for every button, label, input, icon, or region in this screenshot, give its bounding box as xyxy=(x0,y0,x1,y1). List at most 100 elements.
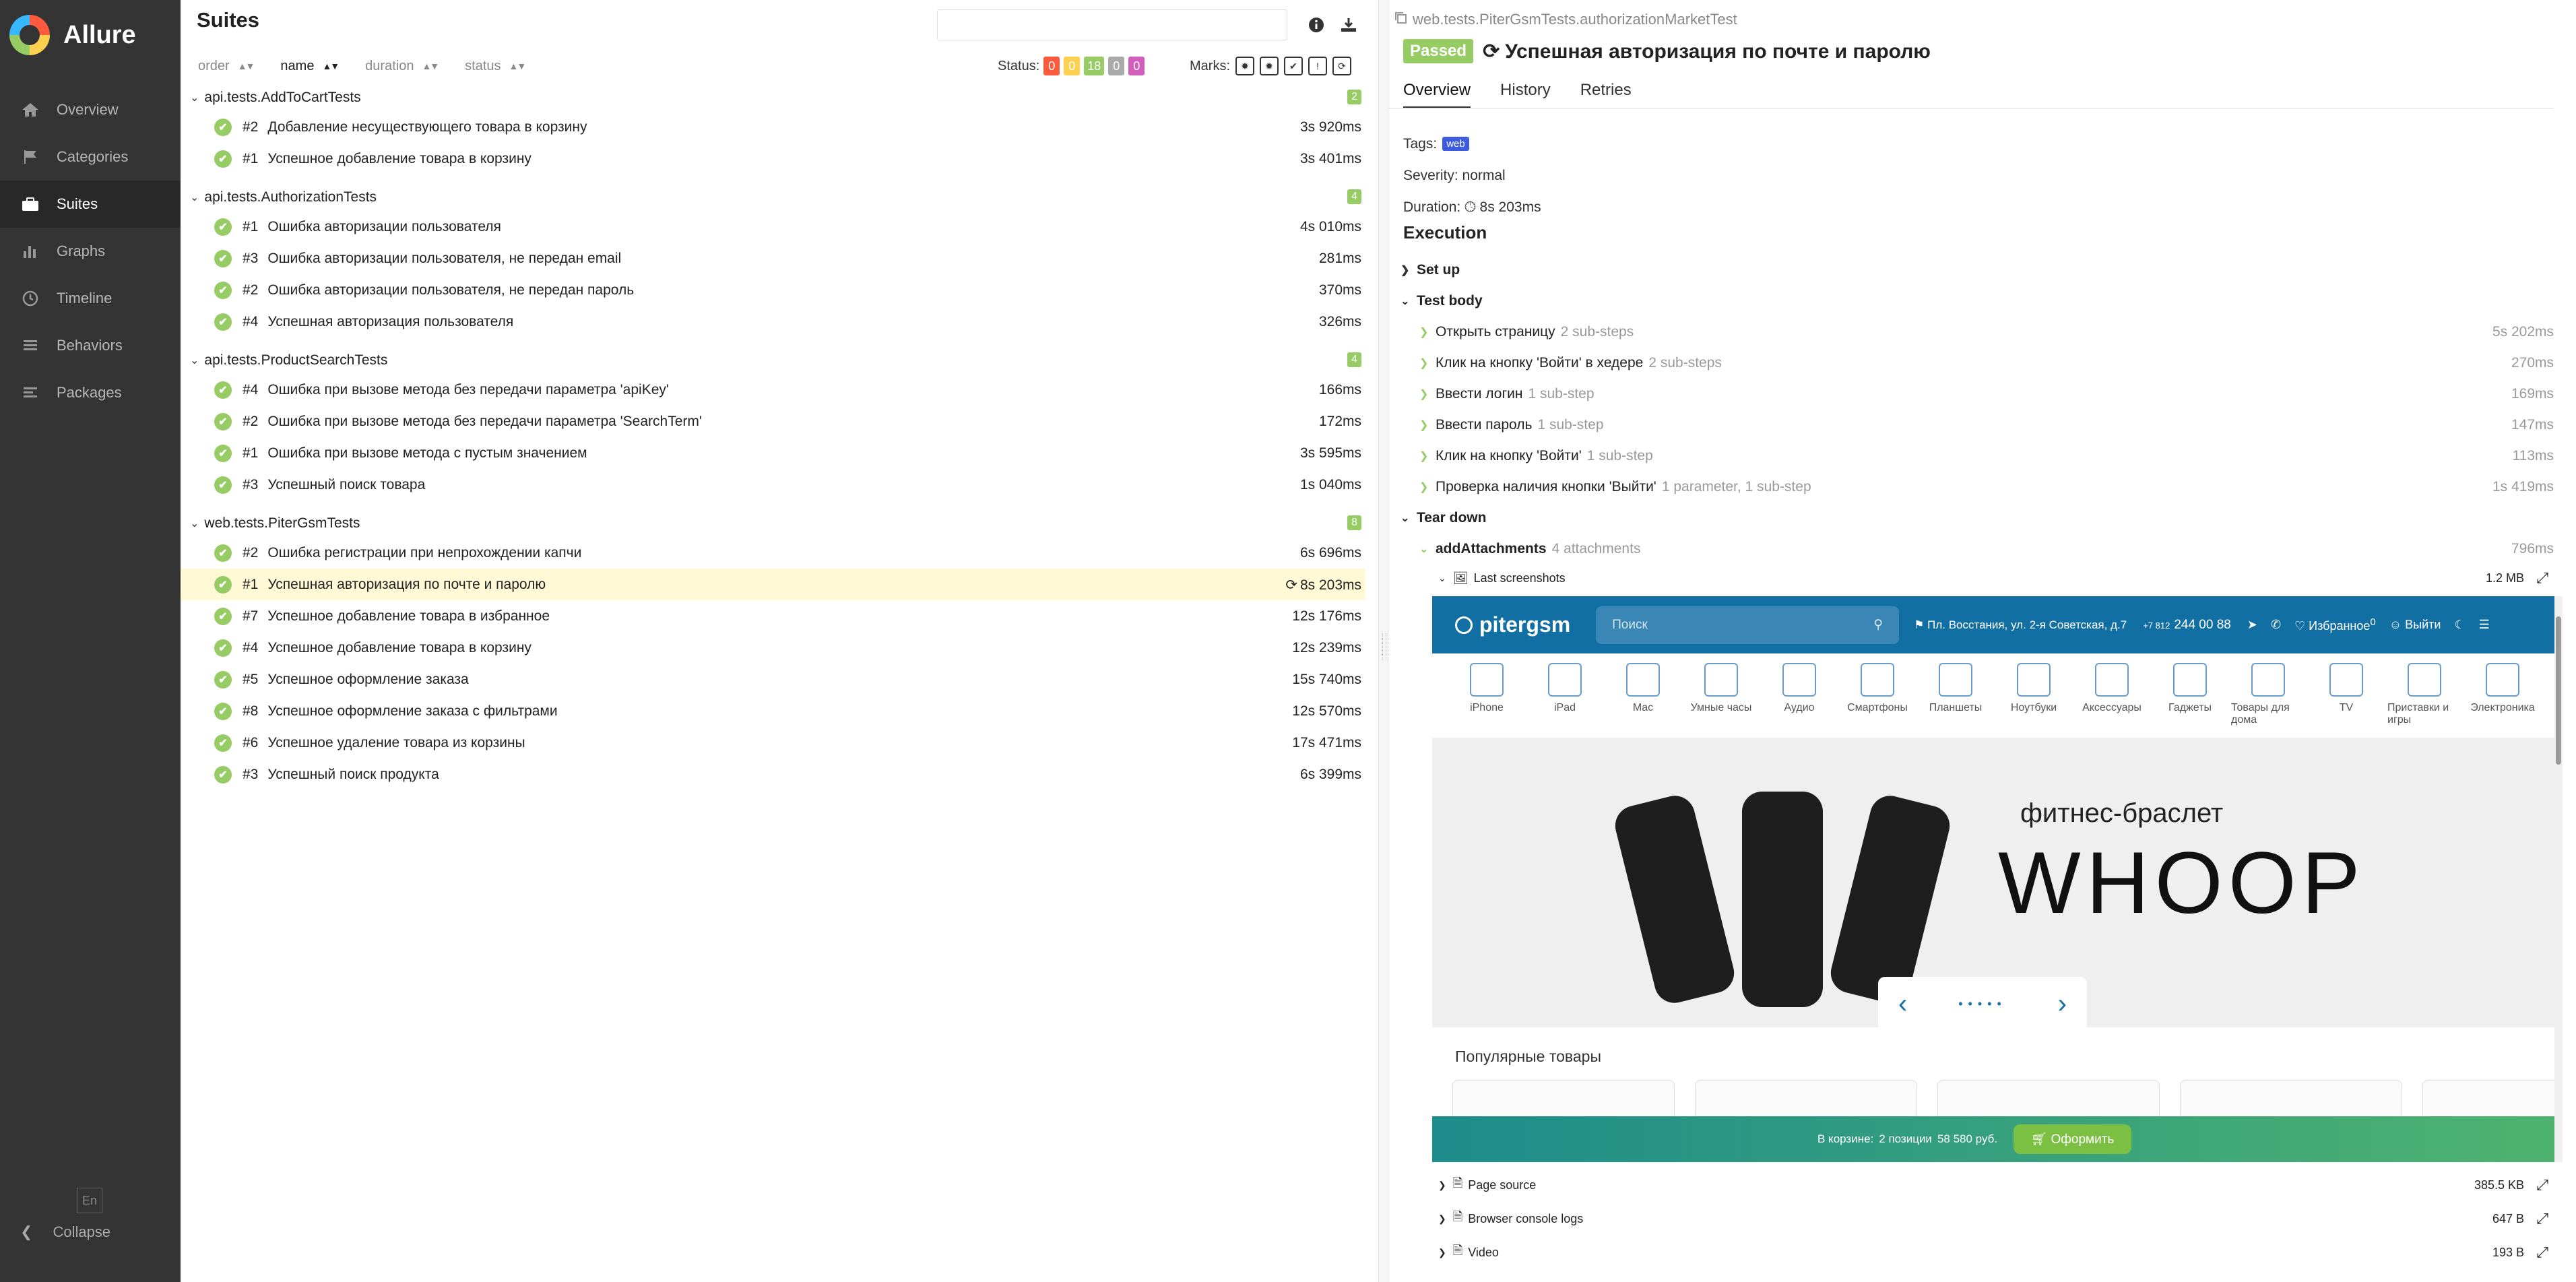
sidebar-item-graphs[interactable]: Graphs xyxy=(0,228,181,275)
search-input[interactable] xyxy=(937,9,1287,40)
sidebar-item-packages[interactable]: Packages xyxy=(0,369,181,416)
test-row[interactable]: ✔ #2 Добавление несуществующего товара в к… xyxy=(181,111,1365,143)
expand-icon[interactable]: ⤢ xyxy=(2536,1244,2548,1261)
suite-count-badge: 4 xyxy=(1347,189,1361,204)
sidebar-item-categories[interactable]: Categories xyxy=(0,133,181,181)
pane-splitter[interactable] xyxy=(1379,0,1388,1282)
test-number: #4 xyxy=(243,313,259,329)
category-icon xyxy=(2095,663,2129,697)
test-row-selected[interactable]: ✔ #1 Успешная авторизация по почте и парол… xyxy=(181,569,1365,600)
site-phone: +7 812 244 00 88 xyxy=(2143,618,2231,633)
brand[interactable]: Allure xyxy=(0,0,181,70)
test-row[interactable]: ✔ #4 Успешная авторизация пользователя 326m… xyxy=(181,306,1365,338)
test-row[interactable]: ✔ #5 Успешное оформление заказа 15s 740ms xyxy=(181,664,1365,695)
download-icon[interactable] xyxy=(1339,15,1359,35)
test-row[interactable]: ✔ #3 Успешный поиск товара 1s 040ms xyxy=(181,469,1365,501)
add-attachments-step[interactable]: ⌄ addAttachments 4 attachments 796ms xyxy=(1400,534,2554,565)
step-row[interactable]: ❯ Клик на кнопку 'Войти' 1 sub-step 113ms xyxy=(1400,441,2554,472)
expand-icon[interactable]: ⤢ xyxy=(2536,1176,2548,1194)
sidebar-item-suites[interactable]: Suites xyxy=(0,181,181,228)
language-button[interactable]: En xyxy=(77,1188,102,1213)
step-row[interactable]: ❯ Клик на кнопку 'Войти' в хедере 2 sub-st… xyxy=(1400,348,2554,379)
chevron-right-icon: ❯ xyxy=(1419,389,1429,400)
status-skipped-toggle[interactable]: 0 xyxy=(1108,57,1125,75)
new-passed-mark-icon[interactable]: ✔ xyxy=(1284,57,1303,75)
attachment-row[interactable]: ⌄ 🖼︎ Last screenshots 1.2 MB ⤢ xyxy=(1400,565,2554,591)
test-duration: 166ms xyxy=(1318,382,1361,397)
test-name: Ошибка авторизации пользователя, не пере… xyxy=(267,282,635,298)
retries-mark-icon[interactable]: ⟳ xyxy=(1332,57,1351,75)
new-failed-mark-icon[interactable]: ✹ xyxy=(1260,57,1279,75)
test-row[interactable]: ✔ #1 Ошибка авторизации пользователя 4s 010… xyxy=(181,211,1365,243)
sidebar-item-overview[interactable]: Overview xyxy=(0,86,181,133)
test-row[interactable]: ✔ #2 Ошибка регистрации при непрохождении … xyxy=(181,537,1365,569)
site-logout: ☺ Выйти xyxy=(2389,618,2441,631)
suite-group-header[interactable]: ⌄ api.tests.AuthorizationTests 4 xyxy=(181,184,1379,211)
test-row[interactable]: ✔ #2 Ошибка авторизации пользователя, не п… xyxy=(181,274,1365,306)
test-row[interactable]: ✔ #3 Успешный поиск продукта 6s 399ms xyxy=(181,759,1365,790)
info-icon[interactable] xyxy=(1306,15,1326,35)
sort-duration[interactable]: duration ▲▼ xyxy=(365,59,439,74)
briefcase-icon xyxy=(20,194,40,214)
test-duration: 15s 740ms xyxy=(1292,672,1361,687)
status-passed-toggle[interactable]: 18 xyxy=(1084,57,1105,75)
tab-retries[interactable]: Retries xyxy=(1580,75,1632,108)
test-row[interactable]: ✔ #4 Ошибка при вызове метода без передачи… xyxy=(181,374,1365,406)
test-row[interactable]: ✔ #1 Успешное добавление товара в корзину 3… xyxy=(181,143,1365,174)
status-broken-toggle[interactable]: 0 xyxy=(1064,57,1081,75)
suite-count-badge: 4 xyxy=(1347,352,1361,367)
status-filter: Status: 0 0 18 0 0 xyxy=(998,53,1145,79)
category-icon xyxy=(1626,663,1660,697)
test-duration: 326ms xyxy=(1318,314,1361,329)
test-row[interactable]: ✔ #3 Ошибка авторизации пользователя, не п… xyxy=(181,243,1365,274)
attachment-row[interactable]: ❯ 🗎︎ Browser console logs 647 B ⤢ xyxy=(1400,1205,2554,1232)
test-name: Успешное удаление товара из корзины xyxy=(267,734,525,750)
test-row[interactable]: ✔ #7 Успешное добавление товара в избранно… xyxy=(181,600,1365,632)
site-favorites-count: 0 xyxy=(2370,616,2376,628)
sidebar-item-behaviors[interactable]: Behaviors xyxy=(0,322,181,369)
file-icon: 🗎︎ xyxy=(1452,1244,1463,1257)
attachment-row[interactable]: ❯ 🗎︎ Video 193 B ⤢ xyxy=(1400,1239,2554,1266)
sort-order[interactable]: order ▲▼ xyxy=(198,59,255,74)
site-category-label: Умные часы xyxy=(1690,702,1752,713)
suite-group-header[interactable]: ⌄ api.tests.AddToCartTests 2 xyxy=(181,84,1379,111)
suite-name: api.tests.ProductSearchTests xyxy=(204,352,388,368)
sidebar-item-timeline[interactable]: Timeline xyxy=(0,275,181,322)
copy-icon[interactable] xyxy=(1394,11,1407,28)
attachment-row[interactable]: ❯ 🗎︎ Page source 385.5 KB ⤢ xyxy=(1400,1172,2554,1198)
test-row[interactable]: ✔ #4 Успешное добавление товара в корзину 1… xyxy=(181,632,1365,664)
test-duration-wrap: ⟳ 8s 203ms xyxy=(1285,577,1361,594)
sort-name[interactable]: name ▲▼ xyxy=(280,59,340,74)
passed-icon: ✔ xyxy=(214,575,232,594)
expand-icon[interactable]: ⤢ xyxy=(2536,1210,2548,1227)
step-row[interactable]: ❯ Проверка наличия кнопки 'Выйти' 1 parame… xyxy=(1400,472,2554,503)
test-row[interactable]: ✔ #8 Успешное оформление заказа с фильтрам… xyxy=(181,695,1365,727)
new-broken-mark-icon[interactable]: ! xyxy=(1308,57,1327,75)
more-attachments: ❯ 🗎︎ Page source 385.5 KB ⤢ ❯ 🗎︎ Browser conso… xyxy=(1400,1172,2554,1266)
step-substeps: 1 parameter, 1 sub-step xyxy=(1661,479,1811,494)
status-unknown-toggle[interactable]: 0 xyxy=(1128,57,1145,75)
tear-down-section[interactable]: ⌄ Tear down xyxy=(1400,503,2554,534)
screenshot-scrollbar[interactable] xyxy=(2554,596,2563,1162)
suite-group-header[interactable]: ⌄ web.tests.PiterGsmTests 8 xyxy=(181,510,1379,537)
collapse-button[interactable]: ❮ Collapse xyxy=(20,1223,110,1241)
step-row[interactable]: ❯ Ввести пароль 1 sub-step 147ms xyxy=(1400,410,2554,441)
test-row[interactable]: ✔ #1 Ошибка при вызове метода с пустым зна… xyxy=(181,437,1365,469)
expand-icon[interactable]: ⤢ xyxy=(2536,569,2548,587)
passed-icon: ✔ xyxy=(214,381,232,399)
sort-status[interactable]: status ▲▼ xyxy=(465,59,526,74)
status-failed-toggle[interactable]: 0 xyxy=(1043,57,1060,75)
flaky-mark-icon[interactable]: ✸ xyxy=(1235,57,1254,75)
suite-group-header[interactable]: ⌄ api.tests.ProductSearchTests 4 xyxy=(181,347,1379,374)
test-row[interactable]: ✔ #6 Успешное удаление товара из корзины 17… xyxy=(181,727,1365,759)
test-body-section[interactable]: ⌄ Test body xyxy=(1400,286,2554,317)
step-row[interactable]: ❯ Открыть страницу 2 sub-steps 5s 202ms xyxy=(1400,317,2554,348)
tab-overview[interactable]: Overview xyxy=(1403,75,1471,108)
test-number: #2 xyxy=(243,282,259,298)
bar-chart-icon xyxy=(20,241,40,261)
tab-history[interactable]: History xyxy=(1500,75,1551,108)
setup-section[interactable]: ❯ Set up xyxy=(1400,255,2554,286)
step-row[interactable]: ❯ Ввести логин 1 sub-step 169ms xyxy=(1400,379,2554,410)
test-number: #3 xyxy=(243,476,259,492)
test-row[interactable]: ✔ #2 Ошибка при вызове метода без передачи… xyxy=(181,406,1365,437)
